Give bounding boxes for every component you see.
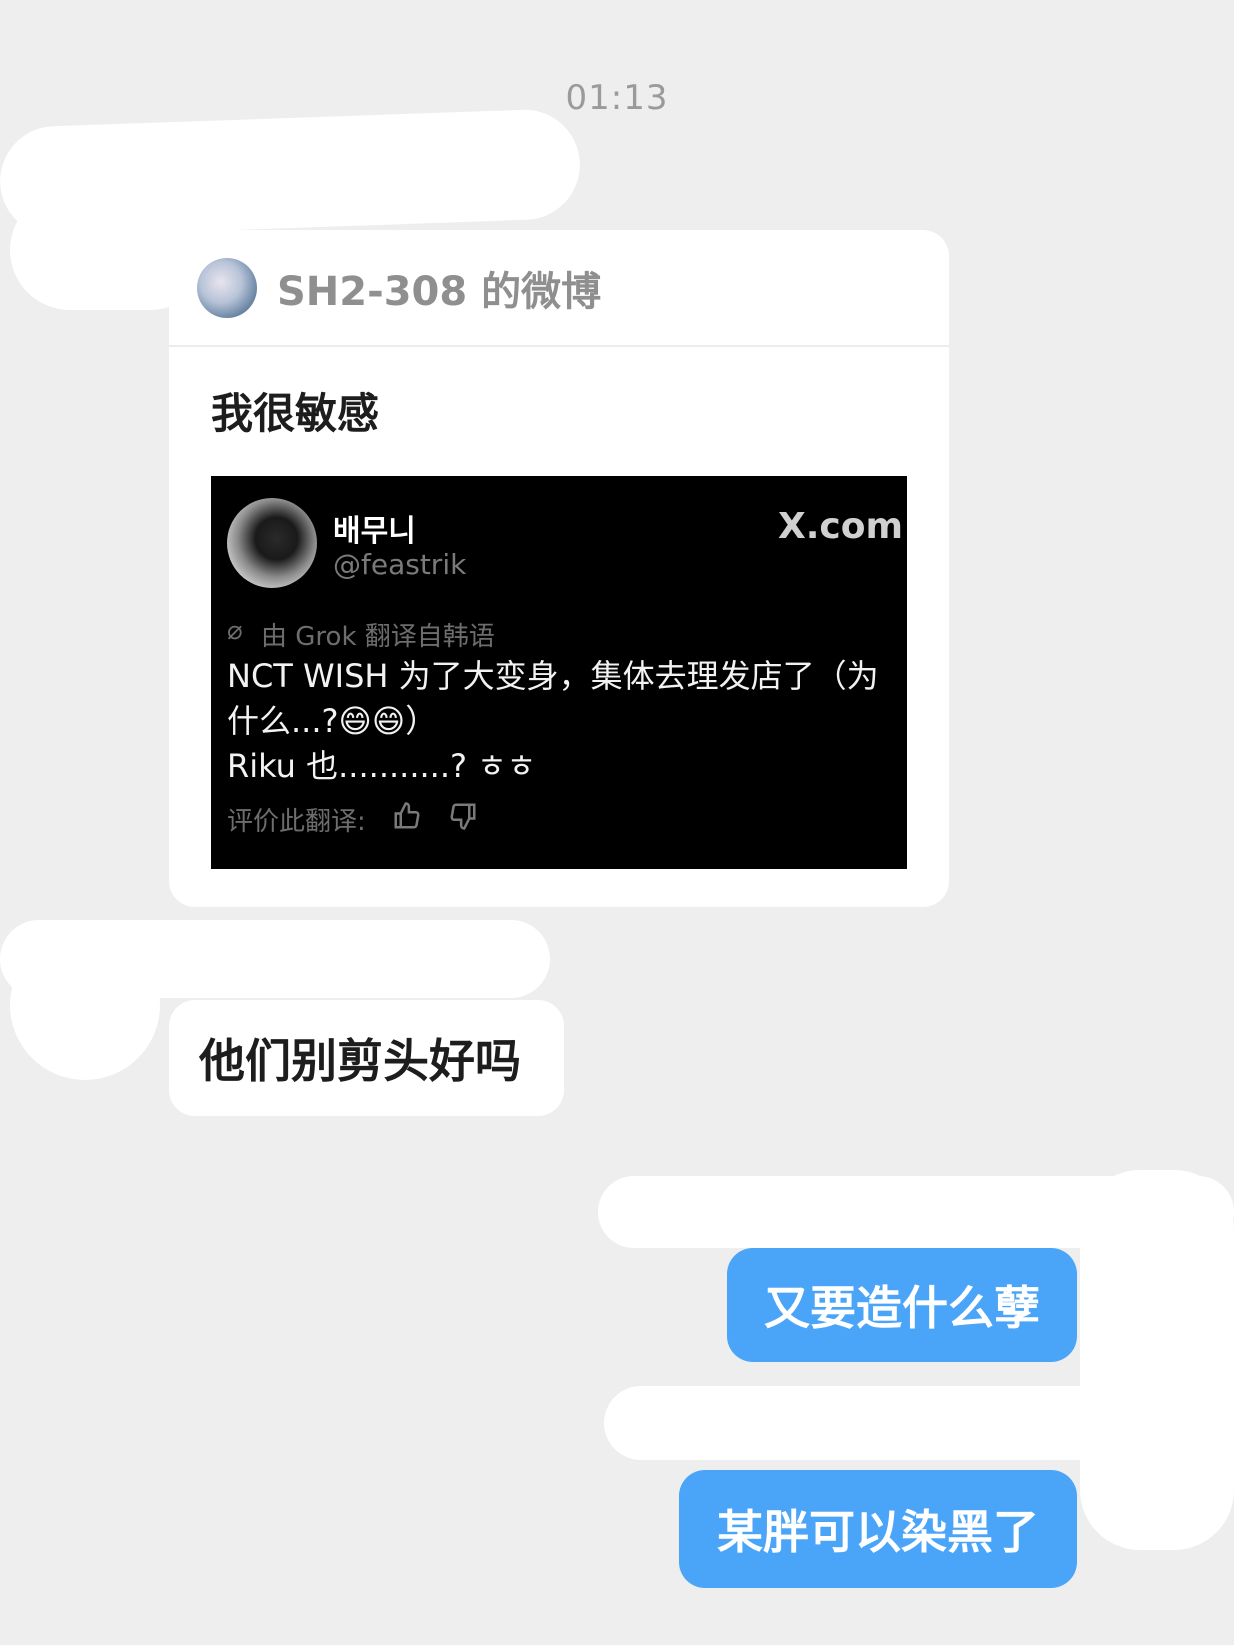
tweet-line: Riku 也...........? ㅎㅎ — [227, 747, 537, 785]
tweet-avatar — [227, 498, 317, 588]
rate-translation-row: 评价此翻译: — [227, 801, 478, 838]
message-timestamp: 01:13 — [565, 78, 669, 118]
outgoing-message-bubble[interactable]: 又要造什么孽 — [727, 1248, 1077, 1362]
message-text: 又要造什么孽 — [764, 1281, 1040, 1335]
card-source-label: SH2-308 的微博 — [277, 268, 602, 315]
translation-note: 由 Grok 翻译自韩语 — [261, 622, 495, 652]
x-logo: X.com — [777, 506, 903, 547]
thumbs-up-icon — [392, 801, 422, 838]
shared-weibo-card[interactable]: SH2-308 的微博 我很敏感 배무니 @feastrik X.com ⌀ 由… — [169, 230, 949, 907]
card-header: SH2-308 的微博 — [169, 230, 949, 347]
avatar — [197, 257, 257, 318]
tweet-line: 什么...?😄😄） — [227, 702, 438, 740]
redaction-scribble — [604, 1386, 1234, 1460]
thumbs-down-icon — [448, 801, 478, 838]
tweet-screenshot-image[interactable]: 배무니 @feastrik X.com ⌀ 由 Grok 翻译自韩语 NCT W… — [211, 476, 907, 869]
tweet-line: NCT WISH 为了大变身，集体去理发店了（为 — [227, 657, 879, 695]
translate-icon: ⌀ — [227, 616, 243, 646]
redaction-scribble — [1080, 1170, 1234, 1550]
outgoing-message-bubble[interactable]: 某胖可以染黑了 — [679, 1470, 1077, 1588]
tweet-body: NCT WISH 为了大变身，集体去理发店了（为 什么...?😄😄） Riku … — [227, 654, 907, 789]
incoming-message-bubble[interactable]: 他们别剪头好吗 — [169, 1000, 564, 1116]
tweet-handle: @feastrik — [333, 548, 467, 581]
tweet-display-name: 배무니 — [333, 514, 416, 549]
message-text: 某胖可以染黑了 — [717, 1505, 1039, 1559]
rate-translation-label: 评价此翻译: — [227, 807, 366, 837]
post-text: 我很敏感 — [211, 389, 380, 438]
redaction-scribble — [10, 930, 160, 1080]
message-text: 他们别剪头好吗 — [199, 1034, 521, 1088]
